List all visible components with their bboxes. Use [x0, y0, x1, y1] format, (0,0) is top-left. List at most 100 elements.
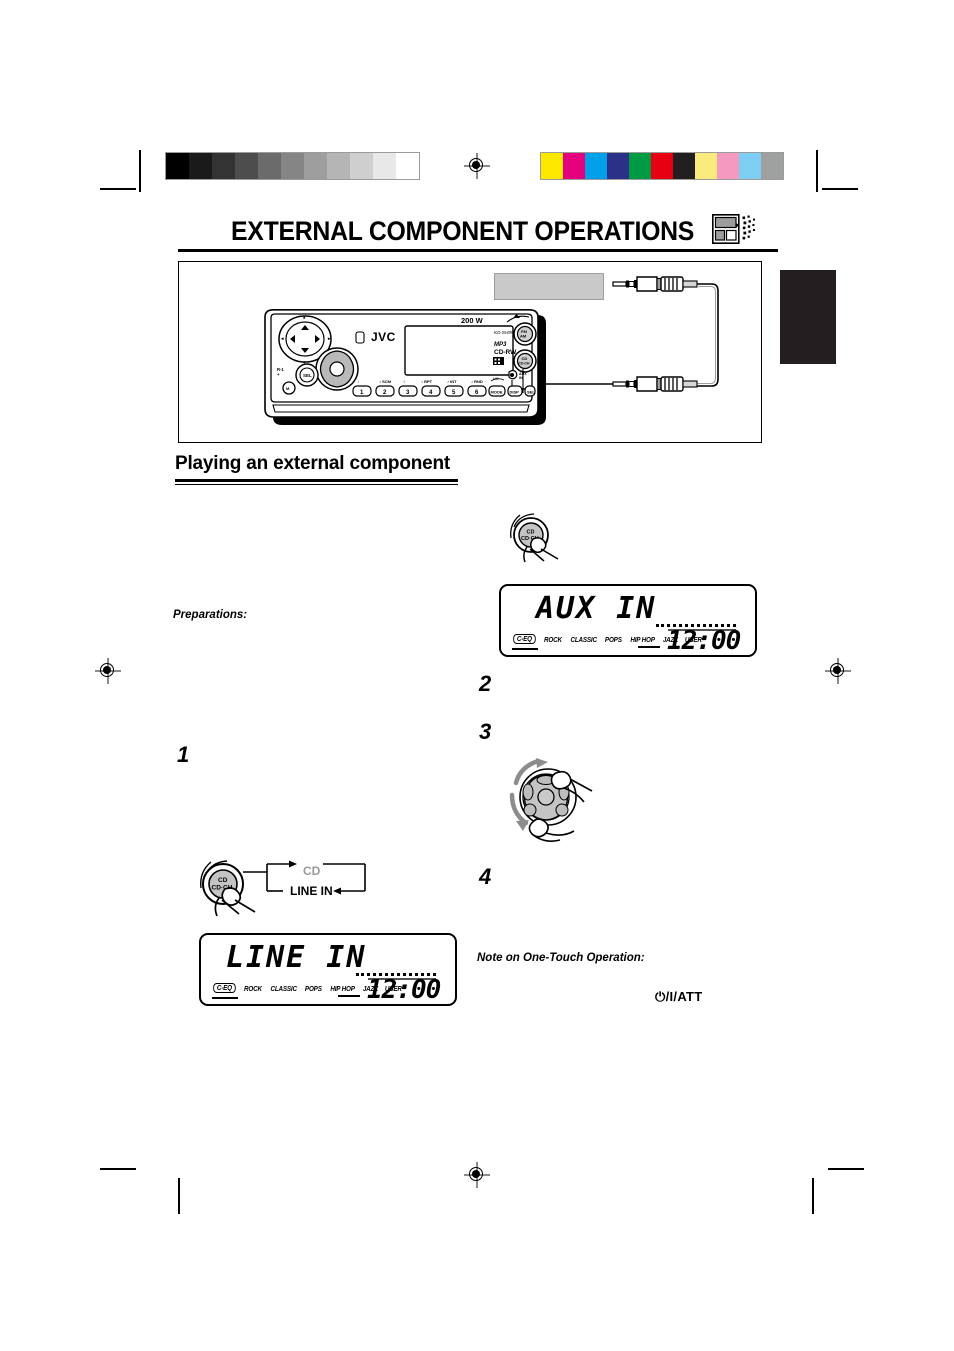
grayscale-swatch-2	[212, 153, 235, 179]
eq-active-underbar	[212, 997, 238, 999]
svg-text:AM: AM	[520, 334, 527, 339]
title-underline	[178, 249, 778, 252]
grayscale-swatch-7	[327, 153, 350, 179]
svg-text:MO: MO	[493, 377, 499, 381]
trim-line-right	[816, 150, 818, 192]
grayscale-swatch-6	[304, 153, 327, 179]
registration-target-bottom	[464, 1162, 490, 1188]
eq-tag-classic: CLASSIC	[569, 637, 597, 644]
crop-mark-bottom-right	[828, 1168, 864, 1170]
aux-in-clock: 12:00	[667, 626, 741, 656]
svg-text:♪ RND: ♪ RND	[471, 379, 483, 384]
svg-text:JVC: JVC	[371, 330, 396, 344]
page-title: EXTERNAL COMPONENT OPERATIONS	[231, 216, 695, 246]
svg-text:MODE: MODE	[491, 390, 503, 395]
crop-mark-bottom-right-v	[812, 1178, 814, 1214]
chapter-tab-marker	[780, 270, 836, 364]
section-rule-thin	[175, 484, 458, 486]
color-swatch-4	[629, 153, 651, 179]
svg-text:CD: CD	[527, 530, 535, 536]
registration-target-left	[95, 658, 121, 684]
eq-tag-c-eq: C-EQ	[513, 634, 536, 644]
svg-text:CD-RW: CD-RW	[494, 349, 517, 356]
svg-text:CD-CH: CD-CH	[519, 362, 530, 366]
step-number-4: 4	[479, 864, 492, 889]
color-swatch-7	[695, 153, 717, 179]
power-att-button-glyph: ⏻/I/ATT	[655, 989, 703, 1004]
color-swatch-9	[739, 153, 761, 179]
svg-text:IN: IN	[519, 376, 523, 380]
svg-text:DISP: DISP	[510, 390, 520, 395]
grayscale-swatch-5	[281, 153, 304, 179]
svg-text:♪ RPT: ♪ RPT	[421, 379, 433, 384]
aux-in-display: AUX IN C-EQ ROCK CLASSIC POPS HIP HOP JA…	[499, 584, 757, 657]
eq-user-underbar	[338, 995, 360, 997]
eq-tag-hip-hop: HIP HOP	[329, 986, 355, 993]
grayscale-swatch-4	[258, 153, 281, 179]
crop-mark-bottom-left-v	[178, 1178, 180, 1214]
eq-tag-pops: POPS	[604, 637, 622, 644]
svg-text:200 W: 200 W	[461, 316, 484, 325]
color-swatch-6	[673, 153, 695, 179]
color-swatch-5	[651, 153, 673, 179]
car-stereo-sound-icon	[712, 214, 755, 244]
grayscale-control-strip	[165, 152, 420, 180]
grayscale-swatch-0	[166, 153, 189, 179]
grayscale-swatch-3	[235, 153, 258, 179]
svg-text:MP3: MP3	[494, 342, 507, 348]
source-cycle-arrows	[243, 860, 366, 895]
line-in-display-text: LINE IN	[226, 940, 367, 975]
source-button-illustration-top: CD CD·CH	[510, 513, 559, 563]
color-swatch-10	[761, 153, 783, 179]
color-swatch-8	[717, 153, 739, 179]
component-label-box	[494, 273, 604, 300]
crop-mark-top-left	[100, 188, 136, 190]
eq-tag-c-eq: C-EQ	[213, 983, 236, 993]
section-heading: Playing an external component	[175, 453, 451, 474]
line-in-clock: 12:00	[367, 975, 441, 1005]
crop-mark-top-right	[822, 188, 858, 190]
svg-text:♪ SCM: ♪ SCM	[379, 379, 392, 384]
color-swatch-1	[563, 153, 585, 179]
preparations-label: Preparations:	[173, 609, 248, 621]
grayscale-swatch-1	[189, 153, 212, 179]
eq-tag-pops: POPS	[304, 986, 322, 993]
connection-diagram-frame: ▲ ◄ ► ▼ R-1 + SEL M JVC 200 W KD-SH99R M…	[178, 261, 762, 443]
grayscale-swatch-10	[396, 153, 419, 179]
color-control-strip	[540, 152, 784, 180]
car-stereo-head-unit: ▲ ◄ ► ▼ R-1 + SEL M JVC 200 W KD-SH99R M…	[264, 309, 546, 425]
svg-text:SEL: SEL	[303, 373, 312, 378]
manual-page: EXTERNAL COMPONENT OPERATIONS ▲ ◄ ► ▼ R-…	[0, 0, 954, 1351]
eq-tag-rock: ROCK	[243, 986, 262, 993]
section-rule-thick	[175, 479, 458, 482]
trim-line-left	[139, 150, 141, 192]
eq-tag-hip-hop: HIP HOP	[629, 637, 655, 644]
step-number-1: 1	[177, 742, 190, 767]
color-swatch-3	[607, 153, 629, 179]
step-number-2: 2	[479, 671, 492, 696]
svg-text:SEL: SEL	[527, 390, 535, 395]
grayscale-swatch-9	[373, 153, 396, 179]
registration-target-top	[464, 153, 490, 179]
svg-text:♪ INT: ♪ INT	[447, 379, 457, 384]
svg-text:↕: ↕	[357, 379, 359, 384]
svg-text:▲: ▲	[302, 315, 306, 320]
aux-in-display-text: AUX IN	[536, 591, 657, 626]
volume-knob-illustration	[509, 758, 593, 842]
eq-user-underbar	[638, 646, 660, 648]
eq-tag-rock: ROCK	[543, 637, 562, 644]
svg-text:CD: CD	[218, 877, 228, 884]
step-number-3: 3	[479, 719, 492, 744]
grayscale-swatch-8	[350, 153, 373, 179]
svg-text:CD: CD	[522, 356, 528, 361]
svg-text:►: ►	[327, 336, 331, 341]
note-one-touch-label: Note on One-Touch Operation:	[477, 952, 645, 964]
eq-active-underbar	[512, 648, 538, 650]
svg-text:◄: ◄	[280, 336, 284, 341]
color-swatch-2	[585, 153, 607, 179]
svg-text:↕: ↕	[403, 379, 405, 384]
color-swatch-0	[541, 153, 563, 179]
stereo-mini-plug-cable	[534, 276, 719, 392]
crop-mark-bottom-left	[100, 1168, 136, 1170]
eq-tag-classic: CLASSIC	[269, 986, 297, 993]
